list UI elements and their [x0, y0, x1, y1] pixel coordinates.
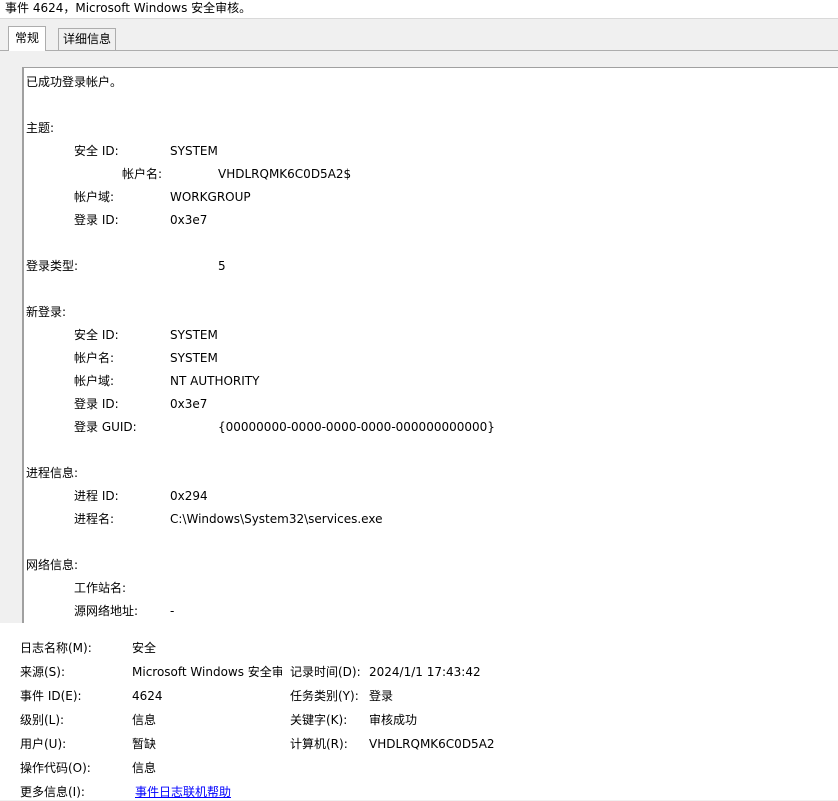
subject-logon-id: 0x3e7	[170, 213, 208, 227]
subject-account-domain-label: 帐户域:	[74, 190, 115, 204]
new-logon-account-domain: NT AUTHORITY	[170, 374, 260, 388]
source-label: 来源(S):	[20, 665, 66, 679]
keywords-label: 关键字(K):	[290, 713, 348, 727]
tab-details[interactable]: 详细信息	[58, 28, 117, 50]
new-logon-logon-id-label: 登录 ID:	[74, 397, 119, 411]
new-logon-account-name: SYSTEM	[170, 351, 218, 365]
user-label: 用户(U):	[20, 737, 67, 751]
new-logon-security-id-label: 安全 ID:	[74, 328, 119, 342]
logged-label: 记录时间(D):	[290, 665, 361, 679]
log-name-value[interactable]: 安全	[132, 640, 156, 656]
opcode-label: 操作代码(O):	[20, 761, 91, 775]
log-name-label: 日志名称(M):	[20, 641, 92, 655]
new-logon-account-domain-label: 帐户域:	[74, 374, 115, 388]
event-id-value[interactable]: 4624	[132, 688, 163, 704]
new-logon-guid: {00000000-0000-0000-0000-000000000000}	[218, 420, 495, 434]
source-value[interactable]: Microsoft Windows 安全审	[132, 664, 282, 680]
process-name: C:\Windows\System32\services.exe	[170, 512, 383, 526]
event-id-label: 事件 ID(E):	[20, 689, 82, 703]
new-logon-security-id: SYSTEM	[170, 328, 218, 342]
subject-security-id-label: 安全 ID:	[74, 144, 119, 158]
level-value[interactable]: 信息	[132, 712, 156, 728]
new-logon-heading: 新登录:	[26, 305, 67, 319]
tab-strip: 常规 详细信息	[0, 19, 838, 51]
level-label: 级别(L):	[20, 713, 65, 727]
subject-security-id: SYSTEM	[170, 144, 218, 158]
process-id-label: 进程 ID:	[74, 489, 119, 503]
new-logon-guid-label: 登录 GUID:	[74, 420, 137, 434]
logon-type-label: 登录类型:	[26, 259, 79, 273]
subject-account-name-label: 帐户名:	[122, 167, 163, 181]
keywords-value[interactable]: 审核成功	[369, 712, 417, 728]
event-log-online-help-link[interactable]: 事件日志联机帮助	[135, 784, 231, 800]
subject-heading: 主题:	[26, 121, 55, 135]
event-description-box[interactable]: 已成功登录帐户。 主题: 安全 ID: SYSTEM 帐户名: VHDLRQMK…	[22, 67, 838, 624]
more-info-label: 更多信息(I):	[20, 785, 85, 799]
process-id: 0x294	[170, 489, 208, 503]
source-address: -	[170, 604, 175, 618]
task-category-label: 任务类别(Y):	[290, 689, 359, 703]
window-title: 事件 4624，Microsoft Windows 安全审核。	[5, 1, 252, 15]
opcode-value[interactable]: 信息	[132, 760, 156, 776]
summary-text: 已成功登录帐户。	[26, 75, 123, 89]
subject-account-domain: WORKGROUP	[170, 190, 251, 204]
logon-type-value: 5	[218, 259, 226, 273]
workstation-label: 工作站名:	[74, 581, 127, 595]
computer-value[interactable]: VHDLRQMK6C0D5A2	[369, 736, 495, 752]
subject-logon-id-label: 登录 ID:	[74, 213, 119, 227]
event-properties: 日志名称(M): 安全 来源(S): Microsoft Windows 安全审…	[0, 623, 838, 800]
new-logon-account-name-label: 帐户名:	[74, 351, 115, 365]
computer-label: 计算机(R):	[290, 737, 348, 751]
new-logon-logon-id: 0x3e7	[170, 397, 208, 411]
process-heading: 进程信息:	[26, 466, 79, 480]
process-name-label: 进程名:	[74, 512, 115, 526]
network-heading: 网络信息:	[26, 558, 79, 572]
source-address-label: 源网络地址:	[74, 604, 139, 618]
tab-general[interactable]: 常规	[8, 26, 47, 51]
task-category-value[interactable]: 登录	[369, 688, 393, 704]
logged-value[interactable]: 2024/1/1 17:43:42	[369, 664, 481, 680]
user-value[interactable]: 暂缺	[132, 736, 156, 752]
subject-account-name: VHDLRQMK6C0D5A2$	[218, 167, 352, 181]
window-title-bar: 事件 4624，Microsoft Windows 安全审核。	[0, 0, 838, 19]
